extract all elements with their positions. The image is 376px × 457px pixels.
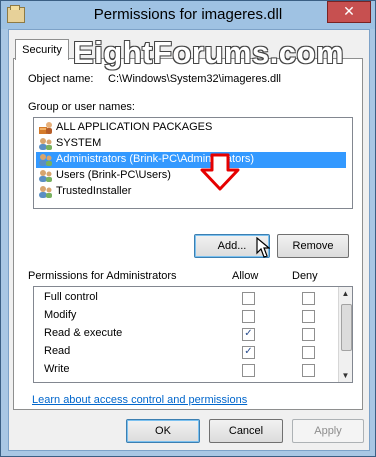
object-name-label: Object name: <box>28 73 94 85</box>
list-item-label: TrustedInstaller <box>56 185 132 197</box>
group-list-label: Group or user names: <box>28 101 135 113</box>
package-user-icon <box>39 122 52 134</box>
table-row: Write <box>34 361 334 379</box>
chevron-down-icon[interactable]: ▼ <box>340 370 351 381</box>
deny-header: Deny <box>292 270 318 282</box>
users-icon <box>39 186 52 198</box>
table-row: Read ✓ <box>34 343 334 361</box>
permission-name: Modify <box>44 309 77 321</box>
mouse-cursor-icon <box>256 237 270 258</box>
permission-name: Full control <box>44 291 98 303</box>
permission-name: Read <box>44 345 71 357</box>
list-item[interactable]: SYSTEM <box>36 136 346 152</box>
users-icon <box>39 138 52 150</box>
allow-header: Allow <box>232 270 259 282</box>
list-item-label: SYSTEM <box>56 137 102 149</box>
vertical-scrollbar[interactable]: ▲ ▼ <box>338 287 352 382</box>
list-item[interactable]: TrustedInstaller <box>36 184 346 200</box>
watermark-text: EightForums.com <box>73 35 345 70</box>
permission-name: Read & execute <box>44 327 123 339</box>
list-item[interactable]: Administrators (Brink-PC\Administrators) <box>36 152 346 168</box>
allow-checkbox[interactable]: ✓ <box>242 328 255 341</box>
deny-checkbox[interactable] <box>302 346 315 359</box>
allow-checkbox[interactable] <box>242 292 255 305</box>
allow-checkbox[interactable] <box>242 310 255 323</box>
deny-checkbox[interactable] <box>302 364 315 377</box>
users-icon <box>39 170 52 182</box>
object-name-value: C:\Windows\System32\imageres.dll <box>108 73 282 85</box>
scrollbar-thumb[interactable] <box>341 304 352 351</box>
list-item-label: Users (Brink-PC\Users) <box>56 169 171 181</box>
access-control-link[interactable]: Learn about access control and permissio… <box>32 394 247 406</box>
deny-checkbox[interactable] <box>302 328 315 341</box>
allow-checkbox[interactable] <box>242 364 255 377</box>
list-item-label: ALL APPLICATION PACKAGES <box>56 121 213 133</box>
close-button[interactable]: ✕ <box>327 1 371 23</box>
red-arrow-icon <box>200 153 240 191</box>
title-bar[interactable]: Permissions for imageres.dll ✕ <box>1 1 375 29</box>
allow-checkbox[interactable]: ✓ <box>242 346 255 359</box>
permission-name: Write <box>44 363 70 375</box>
permissions-window: Permissions for imageres.dll ✕ EightForu… <box>0 0 376 457</box>
chevron-up-icon[interactable]: ▲ <box>340 288 351 299</box>
remove-button[interactable]: Remove <box>277 234 349 258</box>
deny-checkbox[interactable] <box>302 292 315 305</box>
table-row: Full control <box>34 289 334 307</box>
security-panel: Object name: C:\Windows\System32\imagere… <box>13 58 363 410</box>
window-title: Permissions for imageres.dll <box>93 6 283 23</box>
tab-security[interactable]: Security <box>15 39 69 60</box>
list-item[interactable]: ALL APPLICATION PACKAGES <box>36 120 346 136</box>
table-row: Read & execute ✓ <box>34 325 334 343</box>
group-user-list[interactable]: ALL APPLICATION PACKAGES SYSTEM Administ… <box>33 117 353 209</box>
list-item[interactable]: Users (Brink-PC\Users) <box>36 168 346 184</box>
permissions-label: Permissions for Administrators <box>28 270 177 282</box>
table-row: Modify <box>34 307 334 325</box>
cancel-button[interactable]: Cancel <box>209 419 283 443</box>
permissions-table: Full control Modify Read & execute ✓ Rea… <box>33 286 353 383</box>
ok-button[interactable]: OK <box>126 419 200 443</box>
users-icon <box>39 154 52 166</box>
apply-button[interactable]: Apply <box>292 419 364 443</box>
deny-checkbox[interactable] <box>302 310 315 323</box>
